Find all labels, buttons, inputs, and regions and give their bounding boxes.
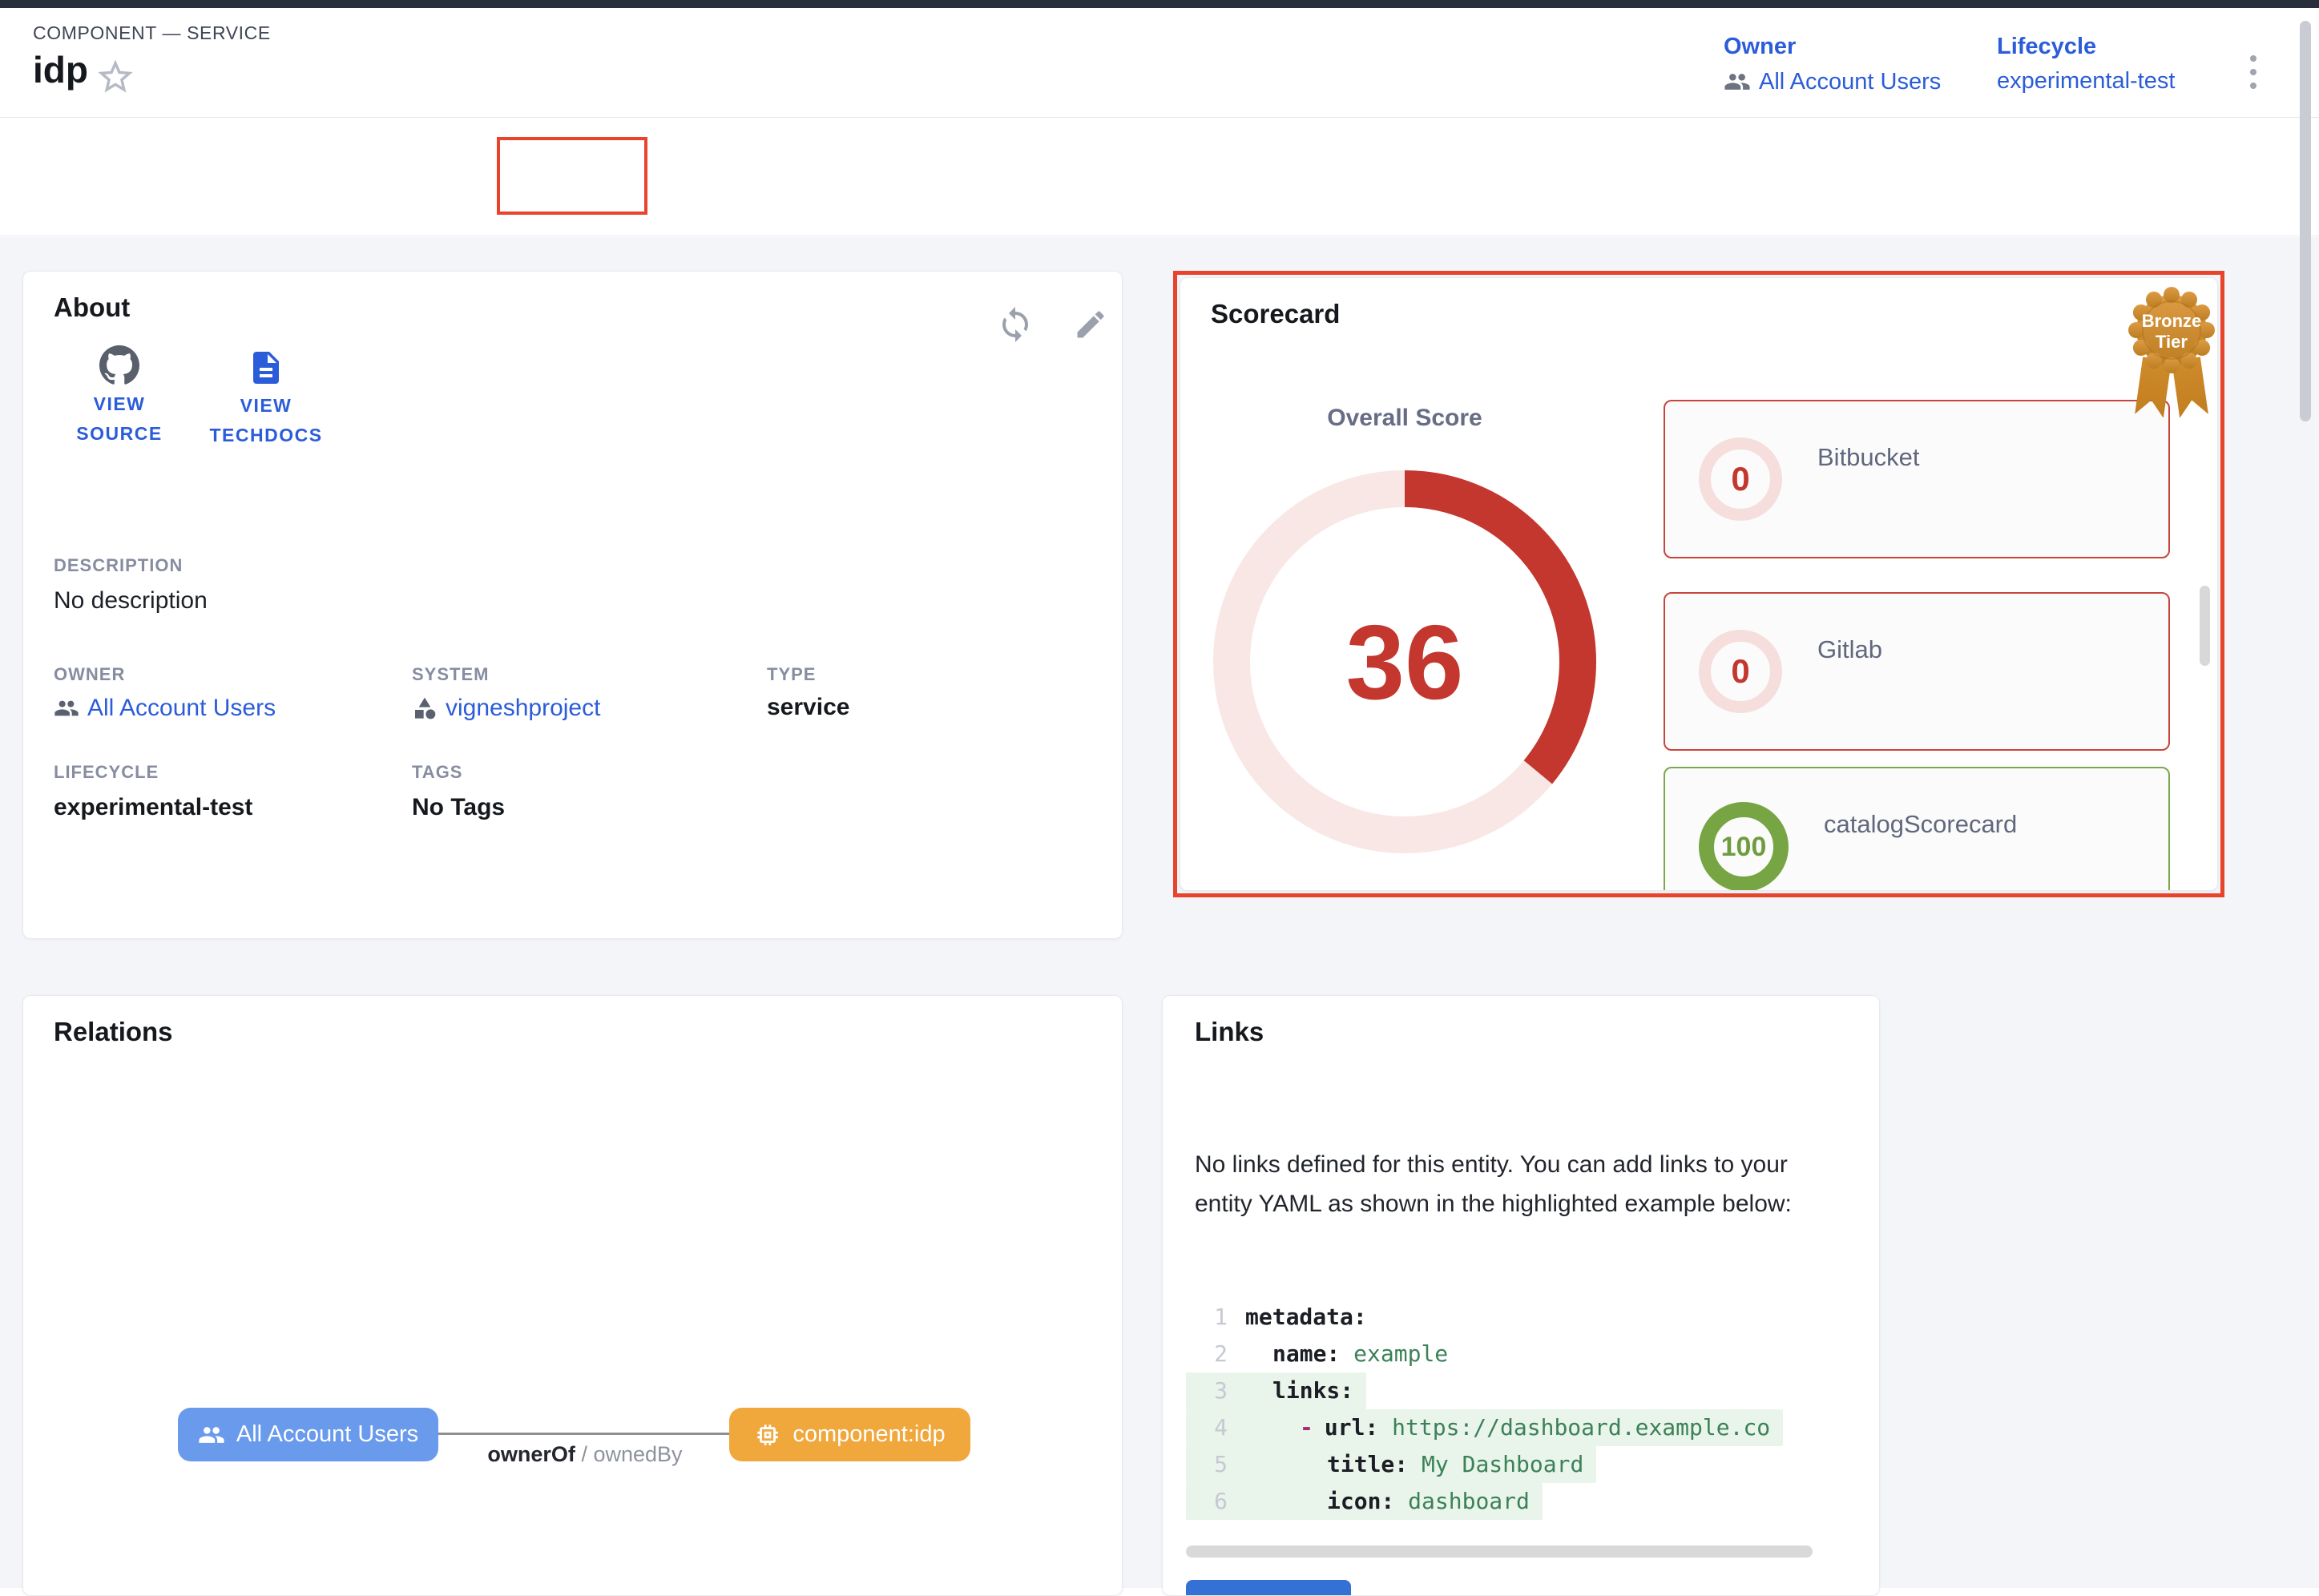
code-line: 1metadata: <box>1186 1299 1783 1336</box>
description-label: DESCRIPTION <box>54 555 183 576</box>
window-top-strip <box>0 0 2319 8</box>
links-title: Links <box>1195 1017 1264 1047</box>
scorecard-item-gauge: 0 <box>1699 630 1782 713</box>
code-line: 2name: example <box>1186 1336 1783 1372</box>
group-icon <box>1724 68 1751 95</box>
owner-field-label: OWNER <box>54 664 125 685</box>
group-icon <box>198 1421 225 1449</box>
about-card: About VIEW SOURCE VIEW TECHDOCS DESCRIPT… <box>22 271 1123 939</box>
scorecard-item-bitbucket[interactable]: 0 Bitbucket <box>1664 400 2170 558</box>
scorecard-item-catalogscorecard[interactable]: 100 catalogScorecard <box>1664 767 2170 891</box>
scorecard-item-gauge: 0 <box>1699 437 1782 521</box>
owner-field-value[interactable]: All Account Users <box>54 695 276 722</box>
relations-card: Relations <box>22 995 1123 1596</box>
system-icon <box>412 695 438 721</box>
scorecard-item-name: Gitlab <box>1817 635 1882 664</box>
type-field-value: service <box>767 694 849 721</box>
owner-link[interactable]: All Account Users <box>1759 69 1941 95</box>
view-techdocs-link[interactable]: VIEW TECHDOCS <box>182 349 350 450</box>
refresh-icon[interactable] <box>996 305 1034 344</box>
bronze-tier-badge: Bronze Tier <box>2107 279 2236 439</box>
yaml-example-code: 1metadata:2name: example3links:4-url: ht… <box>1186 1299 1783 1520</box>
scorecard-item-name: catalogScorecard <box>1824 810 2017 839</box>
owner-label[interactable]: Owner <box>1724 34 1941 60</box>
svg-text:Tier: Tier <box>2156 332 2188 352</box>
code-line: 3links: <box>1186 1372 1783 1409</box>
tags-field-value: No Tags <box>412 794 505 821</box>
code-horizontal-scrollbar[interactable] <box>1186 1546 1813 1558</box>
scorecard-title: Scorecard <box>1211 299 1340 329</box>
scorecard-card: Scorecard Overall Score 36 0 Bitbucket 0 Gi… <box>1180 277 2218 891</box>
overall-score-gauge: 36 <box>1212 470 1597 854</box>
lifecycle-label[interactable]: Lifecycle <box>1997 34 2175 60</box>
page-title: idp <box>33 48 88 91</box>
type-field-label: TYPE <box>767 664 816 685</box>
scorecard-item-name: Bitbucket <box>1817 443 1920 472</box>
add-links-button[interactable] <box>1186 1580 1351 1596</box>
code-line: 5title: My Dashboard <box>1186 1446 1783 1483</box>
svg-text:Bronze: Bronze <box>2142 311 2202 331</box>
relation-node-owner[interactable]: All Account Users <box>178 1408 438 1461</box>
breadcrumb: COMPONENT — SERVICE <box>33 22 271 44</box>
more-options-button[interactable] <box>2237 46 2269 98</box>
about-title: About <box>54 292 130 323</box>
code-line: 4-url: https://dashboard.example.co <box>1186 1409 1783 1446</box>
scorecard-item-gitlab[interactable]: 0 Gitlab <box>1664 592 2170 751</box>
relation-node-component[interactable]: component:idp <box>729 1408 970 1461</box>
tab-bar: OverviewCI/CDScorecardAPIDependenciesDoc… <box>0 118 2319 236</box>
system-field-label: SYSTEM <box>412 664 489 685</box>
header-owner: Owner All Account Users <box>1724 34 1941 95</box>
links-empty-text: No links defined for this entity. You ca… <box>1195 1145 1850 1223</box>
lifecycle-value: experimental-test <box>1997 68 2175 95</box>
favorite-star-icon[interactable] <box>95 56 136 98</box>
group-icon <box>54 695 79 721</box>
header-lifecycle: Lifecycle experimental-test <box>1997 34 2175 95</box>
overall-score-value: 36 <box>1212 470 1597 854</box>
chip-icon <box>754 1421 781 1449</box>
scorecard-scrollbar[interactable] <box>2200 586 2210 666</box>
entity-header: COMPONENT — SERVICE idp Owner All Accoun… <box>0 8 2319 118</box>
page-scrollbar[interactable] <box>2300 21 2311 421</box>
relations-title: Relations <box>54 1017 173 1047</box>
description-value: No description <box>54 587 208 615</box>
lifecycle-field-label: LIFECYCLE <box>54 762 159 783</box>
scorecard-item-gauge: 100 <box>1699 802 1789 891</box>
links-card: Links No links defined for this entity. … <box>1162 995 1880 1596</box>
view-source-link[interactable]: VIEW SOURCE <box>55 345 184 449</box>
github-icon <box>99 345 139 385</box>
system-field-value[interactable]: vigneshproject <box>412 695 600 722</box>
code-line: 6icon: dashboard <box>1186 1483 1783 1520</box>
tags-field-label: TAGS <box>412 762 462 783</box>
edit-icon[interactable] <box>1073 307 1108 342</box>
relation-edge-label: ownerOf / ownedBy <box>449 1442 721 1467</box>
techdocs-icon <box>247 349 285 387</box>
lifecycle-field-value: experimental-test <box>54 794 252 821</box>
overall-score-label: Overall Score <box>1180 405 1629 432</box>
relation-edge <box>438 1433 729 1435</box>
